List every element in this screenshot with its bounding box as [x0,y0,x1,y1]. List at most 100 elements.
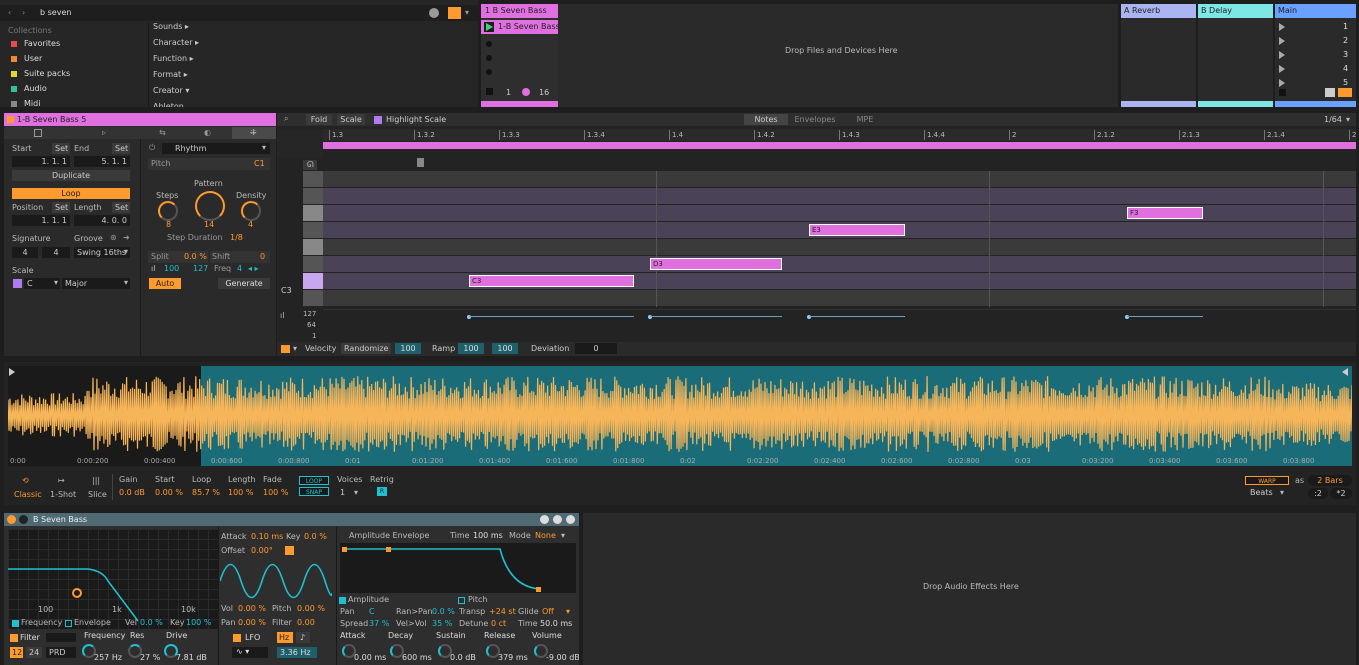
track-title[interactable]: 1 B Seven Bass [485,6,547,16]
clip-tab-icon[interactable] [34,129,42,137]
forward-icon[interactable]: › [22,8,25,18]
tab-mpe[interactable]: MPE [843,114,887,125]
ramp-high[interactable]: 100 [492,343,518,354]
lfo-filter-value[interactable]: 0.00 [297,618,315,628]
lfo-hz-button[interactable]: Hz [277,632,293,643]
position-set-button[interactable]: Set [52,202,70,213]
signature-numerator[interactable]: 4 [12,247,38,258]
loop-button[interactable]: Loop [12,188,130,199]
env-decay-handle-icon[interactable] [386,547,391,552]
pitch-env-checkbox[interactable] [458,597,465,604]
scene-launch-icon[interactable] [1279,23,1285,31]
split-value[interactable]: 0.0 % [184,252,207,262]
pan-value[interactable]: C [369,607,375,617]
groove-hot-swap-icon[interactable]: ⊛ [110,233,117,243]
ramp-low[interactable]: 100 [458,343,484,354]
step-duration-value[interactable]: 1/8 [230,233,243,243]
drive-value[interactable]: 7.81 dB [176,653,207,663]
warp-toggle[interactable]: WARP [1245,476,1289,485]
lfo-retrigger-icon[interactable] [285,546,294,555]
filter-category[interactable]: Ableton [153,102,184,107]
timeline-ruler[interactable]: 1.3 1.3.2 1.3.3 1.3.4 1.4 1.4.2 1.4.3 1.4.4 2 2.1… [323,129,1356,141]
generator-mode-select[interactable]: Rhythm [162,143,270,154]
bars-value[interactable]: 2 Bars [1308,475,1352,486]
piano-key[interactable] [303,171,323,187]
transform-tab-icon[interactable]: ⇆ [159,128,166,138]
halve-button[interactable]: :2 [1308,488,1328,499]
piano-key[interactable] [303,205,323,221]
transp-value[interactable]: +24 st [489,607,516,617]
freq-value[interactable]: 257 Hz [94,653,122,663]
clip-title[interactable]: 1-B Seven Bass 5 [17,115,86,125]
lfo-pitch-value[interactable]: 0.00 % [297,604,325,614]
lfo-power-icon[interactable] [233,634,241,642]
filter-category[interactable]: Character ▸ [153,38,199,48]
note-row[interactable] [323,188,1356,204]
scene-launch-icon[interactable] [1279,79,1285,87]
midi-note[interactable]: E3 [809,224,905,236]
scene-number[interactable]: 2 [1343,36,1348,46]
snap-toggle[interactable]: SNAP [299,487,329,496]
piano-key[interactable] [303,256,323,272]
piano-key[interactable] [303,239,323,255]
scene-view-icon[interactable] [1325,88,1335,97]
midi-note[interactable]: D3 [650,258,782,270]
retrig-toggle[interactable]: R [377,487,387,496]
tab-envelopes[interactable]: Envelopes [791,114,839,125]
device-title-bar[interactable] [4,513,579,526]
highlight-scale-checkbox[interactable] [374,116,382,124]
glide-time-value[interactable]: 50.0 ms [540,619,572,629]
fold-button[interactable]: Fold [306,114,332,125]
device-power-icon[interactable] [7,515,16,524]
dropdown-icon[interactable]: ▾ [465,8,469,18]
stop-icon[interactable] [486,88,493,95]
pattern-knob[interactable] [195,191,225,221]
length-value[interactable]: 100 % [228,488,253,498]
device-fold-icon[interactable] [19,515,28,524]
filter-category[interactable]: Function ▸ [153,54,194,64]
randomize-button[interactable]: Randomize [341,343,391,354]
note-row[interactable] [323,239,1356,255]
lfo-key-value[interactable]: 0.0 % [304,532,327,542]
lfo-vol-value[interactable]: 0.00 % [238,604,266,614]
deviation-value[interactable]: 0 [575,343,617,354]
env-release-handle-icon[interactable] [536,587,541,592]
filter-toggle-icon[interactable] [448,7,461,19]
note-grid[interactable]: C3 D3 E3 F3 [323,171,1356,307]
shift-value[interactable]: 0 [260,252,265,262]
classic-icon[interactable]: ⟲ [22,476,29,486]
auto-button[interactable]: Auto [149,278,181,289]
note-row[interactable] [323,290,1356,306]
env-param-value[interactable]: -9.00 dB [546,653,579,663]
midi-note[interactable]: F3 [1127,207,1203,219]
scene-launch-icon[interactable] [1279,65,1285,73]
grid-value[interactable]: 1/64 [1324,115,1342,125]
scene-number[interactable]: 3 [1343,50,1348,60]
collection-item[interactable]: User [24,54,42,64]
generate-tab-icon[interactable]: ◐ [204,128,211,138]
scene-number[interactable]: 5 [1343,78,1348,88]
env-mode-value[interactable]: None [535,531,556,541]
density-knob[interactable] [241,201,261,221]
filter-24-button[interactable]: 24 [26,647,42,658]
env-time-value[interactable]: 100 ms [473,531,503,541]
loop-toggle[interactable]: LOOP [299,476,329,485]
piano-key[interactable] [303,188,323,204]
end-set-button[interactable]: Set [112,143,130,154]
position-value[interactable]: 1. 1. 1 [12,215,70,226]
note-row[interactable] [323,171,1356,187]
collection-item[interactable]: Audio [24,84,47,94]
one-shot-icon[interactable]: ↦ [58,476,65,486]
loop-value[interactable]: 85.7 % [192,488,220,498]
groove-select[interactable]: Swing 16ths [74,247,130,258]
loop-brace[interactable] [323,142,1356,149]
env-attack-handle-icon[interactable] [342,547,347,552]
empty-slot-icon[interactable] [486,55,492,61]
scene-launch-icon[interactable] [1279,37,1285,45]
randomize-value[interactable]: 100 [395,343,421,354]
clip-activator-icon[interactable] [7,116,14,123]
signature-denominator[interactable]: 4 [42,247,70,258]
note-row[interactable] [323,256,1356,272]
filter-category[interactable]: Creator ▾ [153,86,189,96]
filter-key-value[interactable]: 100 % [186,618,211,628]
